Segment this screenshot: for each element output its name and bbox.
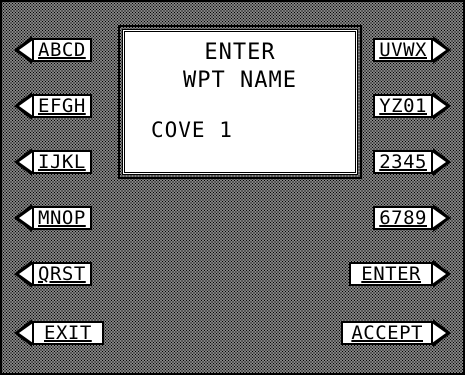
right-arrow-icon [432, 152, 446, 172]
key-mnop[interactable]: MNOP [32, 206, 92, 230]
dialog-title: ENTER [204, 40, 276, 65]
right-arrow-icon [432, 40, 446, 60]
dialog-subtitle: WPT NAME [183, 68, 297, 93]
right-arrow-icon [432, 264, 446, 284]
left-arrow-icon [19, 40, 33, 60]
left-arrow-icon [19, 96, 33, 116]
left-arrow-icon [19, 323, 33, 343]
key-qrst[interactable]: QRST [32, 262, 92, 286]
gps-screen: ABCD EFGH IJKL MNOP QRST EXIT UVWX YZ01 … [0, 0, 465, 375]
key-2345[interactable]: 2345 [373, 150, 433, 174]
right-arrow-icon [432, 208, 446, 228]
key-6789[interactable]: 6789 [373, 206, 433, 230]
key-uvwx[interactable]: UVWX [373, 38, 433, 62]
waypoint-name-field[interactable]: COVE 1 [151, 118, 233, 142]
right-arrow-icon [432, 96, 446, 116]
right-arrow-icon [432, 323, 446, 343]
accept-button[interactable]: ACCEPT [341, 321, 433, 345]
key-efgh[interactable]: EFGH [32, 94, 92, 118]
left-arrow-icon [19, 264, 33, 284]
key-yz01[interactable]: YZ01 [373, 94, 433, 118]
waypoint-name-dialog: ENTER WPT NAME COVE 1 [118, 25, 362, 179]
left-arrow-icon [19, 208, 33, 228]
exit-button[interactable]: EXIT [32, 321, 104, 345]
key-abcd[interactable]: ABCD [32, 38, 92, 62]
left-arrow-icon [19, 152, 33, 172]
key-ijkl[interactable]: IJKL [32, 150, 92, 174]
enter-button[interactable]: ENTER [349, 262, 433, 286]
